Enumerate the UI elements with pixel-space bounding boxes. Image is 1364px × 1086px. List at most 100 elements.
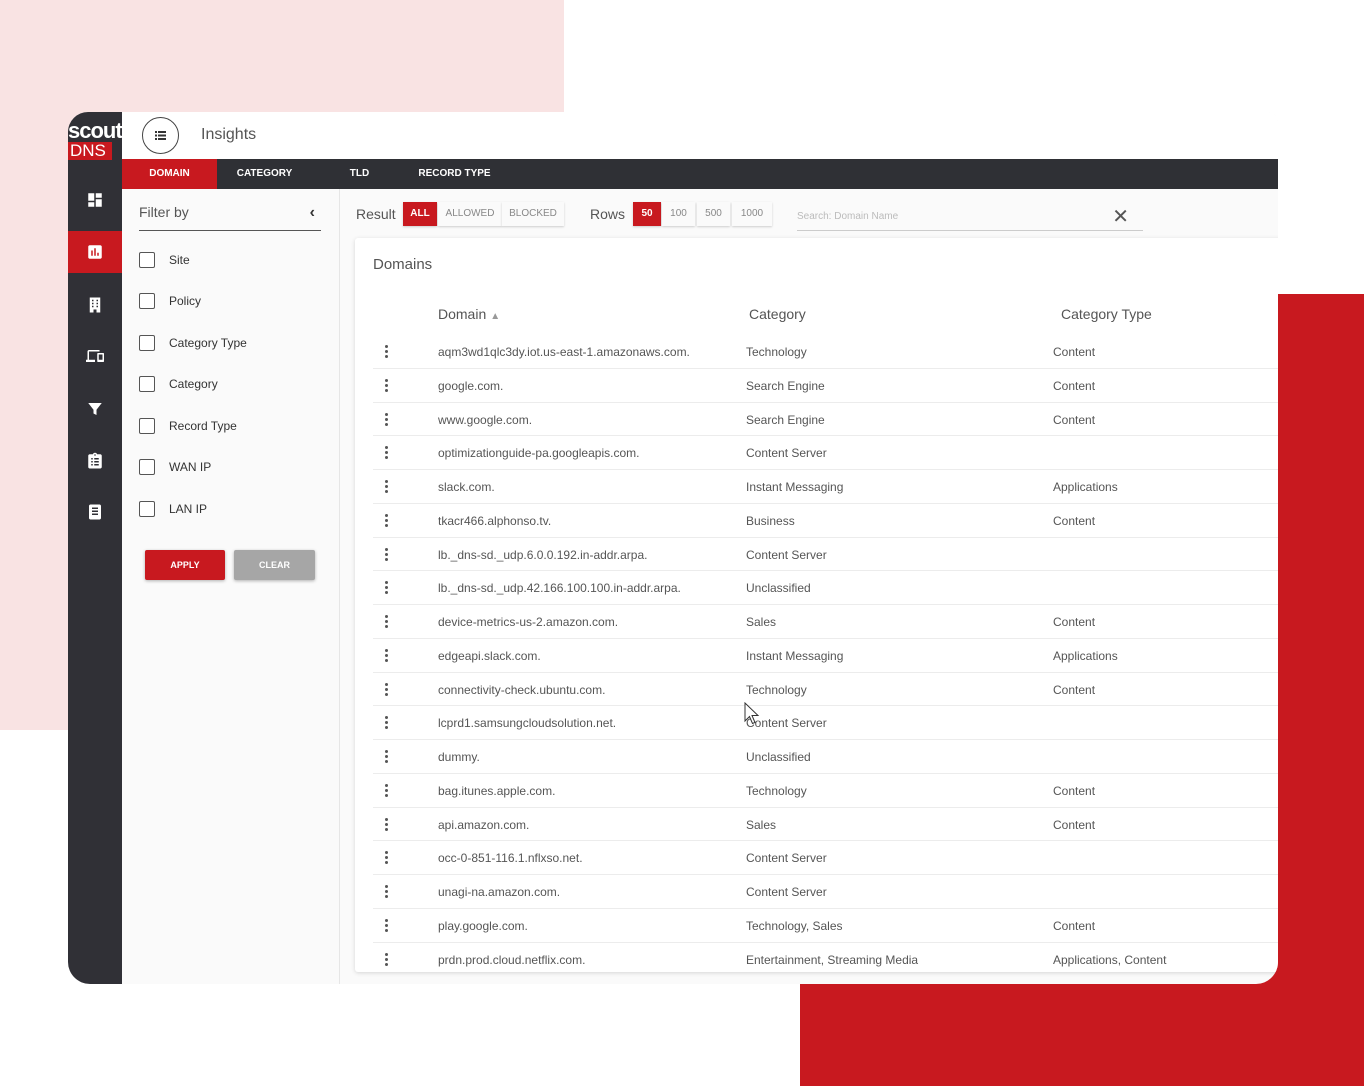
cell-domain: api.amazon.com. <box>438 817 530 832</box>
more-vert-icon[interactable] <box>385 513 389 528</box>
table-row[interactable]: prdn.prod.cloud.netflix.com. Entertainmen… <box>373 943 1278 973</box>
rows-500-button[interactable]: 500 <box>697 202 730 226</box>
checkbox[interactable] <box>139 459 155 475</box>
table-row[interactable]: occ-0-851-116.1.nflxso.net. Content Serve… <box>373 841 1278 875</box>
rows-100-button[interactable]: 100 <box>662 202 695 226</box>
tab-record-type[interactable]: RECORD TYPE <box>407 159 502 189</box>
clear-button[interactable]: CLEAR <box>234 550 315 580</box>
more-vert-icon[interactable] <box>385 716 389 730</box>
sort-icon[interactable]: ▲︎ <box>490 311 500 322</box>
rows-50-button[interactable]: 50 <box>633 202 661 226</box>
table-row[interactable]: play.google.com. Technology, Sales Content <box>373 909 1278 943</box>
cell-category-type: Content <box>1053 345 1096 359</box>
menu-button[interactable] <box>142 117 179 154</box>
filter-option-wan-ip[interactable]: WAN IP <box>139 457 211 477</box>
more-vert-icon[interactable] <box>385 648 389 663</box>
book-icon <box>89 504 101 520</box>
more-vert-icon[interactable] <box>385 885 389 899</box>
table-row[interactable]: unagi-na.amazon.com. Content Server <box>373 875 1278 909</box>
filter-option-label: Category <box>169 377 218 391</box>
cell-category: Content Server <box>746 547 827 562</box>
more-vert-icon[interactable] <box>385 412 389 427</box>
checkbox[interactable] <box>139 335 155 351</box>
page-title: Insights <box>201 126 257 143</box>
checkbox[interactable] <box>139 501 155 517</box>
table-row[interactable]: lb._dns-sd._udp.42.166.100.100.in-addr.a… <box>373 571 1278 605</box>
filter-option-site[interactable]: Site <box>139 250 190 270</box>
filter-option-label: Policy <box>169 294 202 308</box>
checkbox[interactable] <box>139 376 155 392</box>
result-blocked-button[interactable]: BLOCKED <box>502 202 564 226</box>
cell-category: Sales <box>746 817 777 832</box>
insights-chart-icon <box>88 245 102 259</box>
table-row[interactable]: api.amazon.com. Sales Content <box>373 808 1278 842</box>
more-vert-icon[interactable] <box>385 547 389 562</box>
checkbox[interactable] <box>139 293 155 309</box>
rows-1000-button[interactable]: 1000 <box>732 202 772 226</box>
cell-category: Business <box>746 513 795 528</box>
table-row[interactable]: edgeapi.slack.com. Instant Messaging Appli… <box>373 639 1278 673</box>
table-row[interactable]: device-metrics-us-2.amazon.com. Sales Cont… <box>373 605 1278 639</box>
more-vert-icon[interactable] <box>385 918 389 933</box>
more-vert-icon[interactable] <box>385 817 389 832</box>
more-vert-icon[interactable] <box>385 446 389 460</box>
table-row[interactable]: lcprd1.samsungcloudsolution.net. Content … <box>373 706 1278 740</box>
table-row[interactable]: aqm3wd1qlc3dy.iot.us-east-1.amazonaws.co… <box>373 335 1278 369</box>
sidebar-item-reports[interactable] <box>68 440 122 482</box>
table-row[interactable]: bag.itunes.apple.com. Technology Content <box>373 774 1278 808</box>
sidebar-item-docs[interactable] <box>68 491 122 533</box>
tab-category[interactable]: CATEGORY <box>217 159 312 189</box>
search-input[interactable] <box>797 203 1097 229</box>
checkbox[interactable] <box>139 418 155 434</box>
table-row[interactable]: www.google.com. Search Engine Content <box>373 403 1278 437</box>
filter-option-category[interactable]: Category <box>139 374 218 394</box>
table-row[interactable]: connectivity-check.ubuntu.com. Technology… <box>373 673 1278 707</box>
filter-option-record-type[interactable]: Record Type <box>139 416 237 436</box>
result-all-button[interactable]: ALL <box>403 202 437 226</box>
more-vert-icon[interactable] <box>385 378 389 393</box>
checkbox[interactable] <box>139 252 155 268</box>
cell-category: Sales <box>746 615 777 629</box>
result-allowed-button[interactable]: ALLOWED <box>438 202 502 226</box>
more-vert-icon[interactable] <box>385 952 389 967</box>
table-row[interactable]: google.com. Search Engine Content <box>373 369 1278 403</box>
more-vert-icon[interactable] <box>385 783 389 798</box>
controls-bar: Result ALL ALLOWED BLOCKED Rows 50 100 5… <box>340 189 1278 237</box>
cell-domain: connectivity-check.ubuntu.com. <box>438 682 606 697</box>
filter-option-policy[interactable]: Policy <box>139 291 201 311</box>
mouse-cursor-icon <box>744 702 760 725</box>
cell-category: Search Engine <box>746 378 825 393</box>
sidebar-item-sites[interactable] <box>68 284 122 326</box>
sidebar-item-devices[interactable] <box>68 335 122 377</box>
more-vert-icon[interactable] <box>385 345 389 359</box>
more-vert-icon[interactable] <box>385 581 389 595</box>
column-header-category[interactable]: Category <box>749 306 806 322</box>
apply-button[interactable]: APPLY <box>145 550 225 580</box>
cell-domain: dummy. <box>438 750 480 764</box>
filter-option-category-type[interactable]: Category Type <box>139 333 247 353</box>
cell-domain: slack.com. <box>438 480 495 494</box>
more-vert-icon[interactable] <box>385 682 389 697</box>
sidebar-item-filters[interactable] <box>68 388 122 430</box>
more-vert-icon[interactable] <box>385 851 389 865</box>
more-vert-icon[interactable] <box>385 615 389 629</box>
chevron-left-icon[interactable]: ‹ <box>310 204 315 222</box>
table-row[interactable]: lb._dns-sd._udp.6.0.0.192.in-addr.arpa. C… <box>373 538 1278 572</box>
close-icon[interactable]: ✕ <box>1112 204 1129 229</box>
table-row[interactable]: optimizationguide-pa.googleapis.com. Cont… <box>373 436 1278 470</box>
table-row[interactable]: slack.com. Instant Messaging Applications <box>373 470 1278 504</box>
more-vert-icon[interactable] <box>385 480 389 494</box>
table-row[interactable]: tkacr466.alphonso.tv. Business Content <box>373 504 1278 538</box>
cell-domain: bag.itunes.apple.com. <box>438 783 556 798</box>
tab-tld[interactable]: TLD <box>312 159 407 189</box>
sidebar-item-dashboard[interactable] <box>68 179 122 221</box>
cell-category-type: Applications <box>1053 648 1118 663</box>
tab-domain[interactable]: DOMAIN <box>122 159 217 189</box>
more-vert-icon[interactable] <box>385 750 389 764</box>
list-icon <box>155 131 166 140</box>
table-row[interactable]: dummy. Unclassified <box>373 740 1278 774</box>
column-header-category-type[interactable]: Category Type <box>1061 306 1152 322</box>
filter-option-lan-ip[interactable]: LAN IP <box>139 499 207 519</box>
sidebar-item-insights[interactable] <box>68 231 122 273</box>
column-header-domain[interactable]: Domain ▲︎ <box>438 306 500 322</box>
